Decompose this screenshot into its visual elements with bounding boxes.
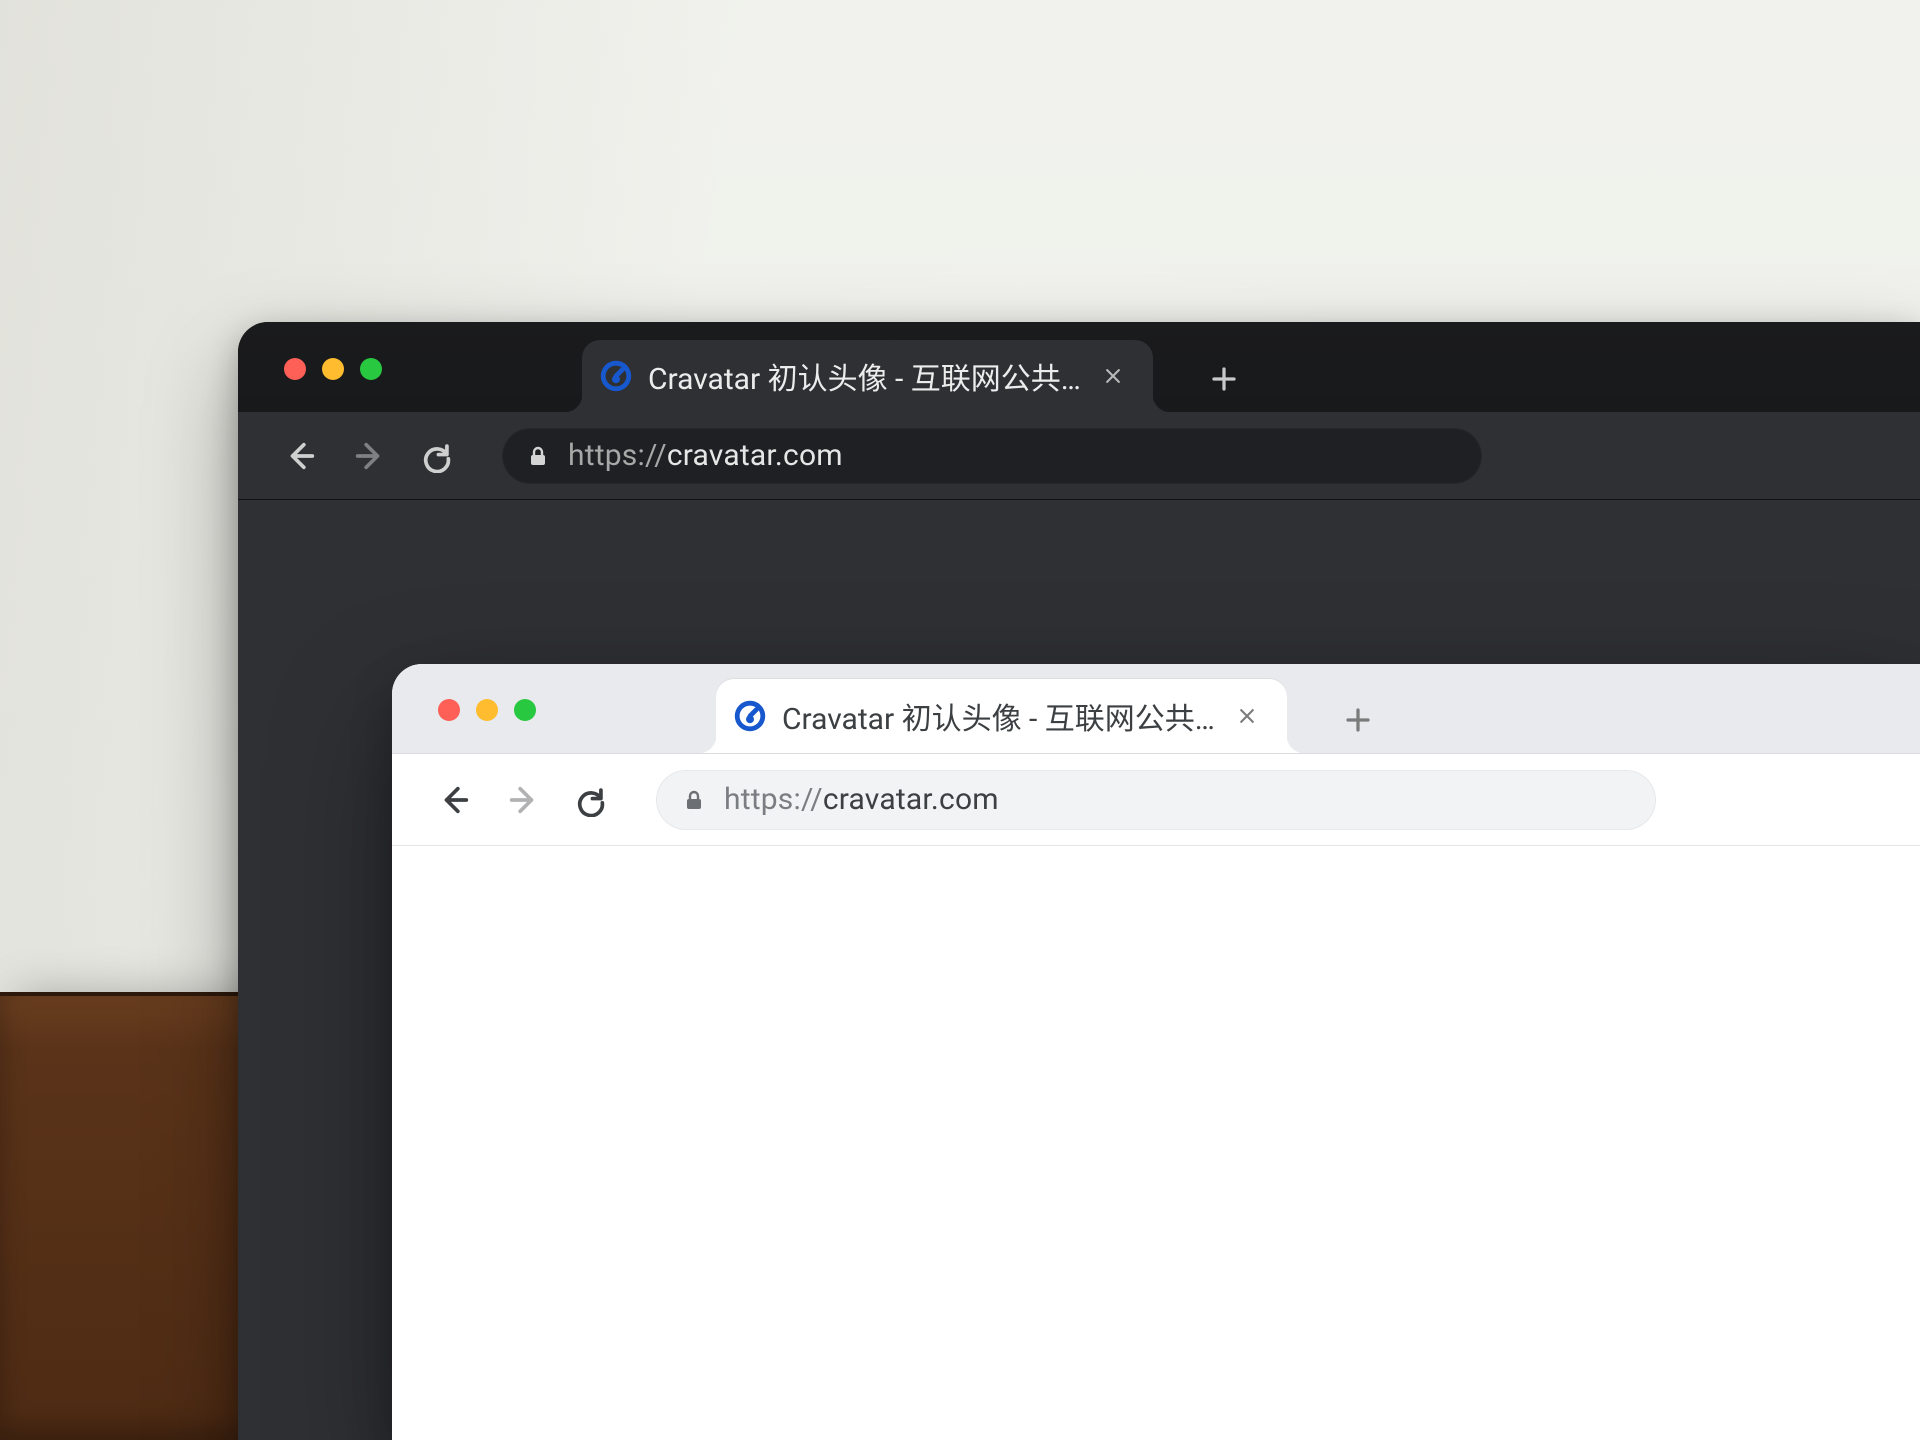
- wooden-shelf: [0, 992, 260, 1440]
- cravatar-favicon-icon: [600, 360, 632, 392]
- tab-close-button-dark[interactable]: [1097, 362, 1129, 390]
- reload-button-dark[interactable]: [420, 439, 454, 473]
- url-text-light: https://cravatar.com: [724, 782, 999, 817]
- toolbar-dark: https://cravatar.com: [238, 412, 1920, 500]
- tab-title-light: Cravatar 初认头像 - 互联网公共…: [782, 694, 1215, 738]
- tab-title-dark: Cravatar 初认头像 - 互联网公共…: [648, 354, 1081, 398]
- address-bar-dark[interactable]: https://cravatar.com: [502, 428, 1482, 484]
- window-maximize-button[interactable]: [360, 358, 382, 380]
- tabstrip-light: Cravatar 初认头像 - 互联网公共…: [716, 664, 1373, 753]
- window-close-button[interactable]: [284, 358, 306, 380]
- titlebar-light: Cravatar 初认头像 - 互联网公共…: [392, 664, 1920, 754]
- lock-icon: [682, 788, 706, 812]
- tab-close-button-light[interactable]: [1231, 702, 1263, 730]
- url-text-dark: https://cravatar.com: [568, 438, 843, 473]
- window-controls-light: [438, 699, 536, 721]
- forward-button-dark[interactable]: [352, 439, 386, 473]
- page-viewport-light: [392, 846, 1920, 1440]
- toolbar-light: https://cravatar.com: [392, 754, 1920, 846]
- browser-window-light: Cravatar 初认头像 - 互联网公共…: [392, 664, 1920, 1440]
- cravatar-favicon-icon: [734, 700, 766, 732]
- reload-button-light[interactable]: [574, 783, 608, 817]
- url-host: cravatar.com: [667, 438, 843, 473]
- titlebar-dark: Cravatar 初认头像 - 互联网公共…: [238, 322, 1920, 412]
- address-bar-light[interactable]: https://cravatar.com: [656, 770, 1656, 830]
- url-host: cravatar.com: [823, 782, 999, 817]
- window-controls-dark: [284, 358, 382, 380]
- back-button-light[interactable]: [438, 783, 472, 817]
- tabstrip-dark: Cravatar 初认头像 - 互联网公共…: [582, 322, 1239, 412]
- url-scheme: https://: [568, 438, 667, 473]
- window-maximize-button[interactable]: [514, 699, 536, 721]
- back-button-dark[interactable]: [284, 439, 318, 473]
- window-close-button[interactable]: [438, 699, 460, 721]
- new-tab-button-light[interactable]: [1343, 705, 1373, 735]
- scene-root: Cravatar 初认头像 - 互联网公共…: [0, 0, 1920, 1440]
- browser-tab-active-dark[interactable]: Cravatar 初认头像 - 互联网公共…: [582, 340, 1153, 412]
- new-tab-button-dark[interactable]: [1209, 364, 1239, 394]
- url-scheme: https://: [724, 782, 823, 817]
- window-minimize-button[interactable]: [322, 358, 344, 380]
- forward-button-light[interactable]: [506, 783, 540, 817]
- window-minimize-button[interactable]: [476, 699, 498, 721]
- lock-icon: [526, 444, 550, 468]
- browser-tab-active-light[interactable]: Cravatar 初认头像 - 互联网公共…: [716, 679, 1287, 753]
